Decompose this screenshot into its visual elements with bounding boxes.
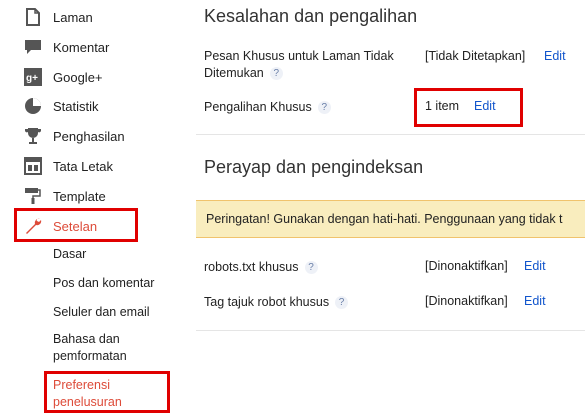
edit-link-custom-redirects[interactable]: Edit bbox=[474, 99, 496, 113]
sidebar-item-label: Laman bbox=[53, 9, 93, 25]
help-icon[interactable]: ? bbox=[304, 261, 318, 275]
section-divider bbox=[196, 134, 585, 135]
stats-icon bbox=[24, 97, 42, 115]
edit-link-custom-robots-txt[interactable]: Edit bbox=[524, 259, 546, 273]
warning-text: Peringatan! Gunakan dengan hati-hati. Pe… bbox=[206, 212, 563, 226]
row-value-custom-redirects: 1 item bbox=[425, 99, 460, 113]
row-label-text: Tag tajuk robot khusus bbox=[204, 295, 330, 309]
sidebar-item-template[interactable]: Template bbox=[0, 181, 178, 211]
main-content: Kesalahan dan pengalihan Pesan Khusus un… bbox=[196, 0, 585, 415]
sidebar-item-setelan[interactable]: Setelan bbox=[0, 211, 178, 241]
sidebar-subitem-bahasa-dan-pemformatan[interactable]: Bahasa dan pemformatan bbox=[53, 331, 163, 365]
layout-icon bbox=[24, 157, 42, 175]
sidebar-item-label: Template bbox=[53, 188, 106, 204]
row-label-text: Pengalihan Khusus bbox=[204, 100, 312, 114]
edit-link-custom-404[interactable]: Edit bbox=[544, 49, 566, 63]
google-plus-icon: g+ bbox=[24, 68, 42, 86]
sidebar-item-komentar[interactable]: Komentar bbox=[0, 32, 178, 62]
row-label-text: Pesan Khusus untuk Laman Tidak Ditemukan bbox=[204, 49, 394, 80]
section-title-crawlers: Perayap dan pengindeksan bbox=[204, 157, 424, 177]
sidebar-item-tata-letak[interactable]: Tata Letak bbox=[0, 151, 178, 181]
trophy-icon bbox=[24, 127, 42, 145]
paint-roller-icon bbox=[24, 187, 42, 205]
section-title-errors: Kesalahan dan pengalihan bbox=[204, 6, 418, 26]
sidebar-item-label: Statistik bbox=[53, 98, 99, 114]
row-value-custom-404: [Tidak Ditetapkan] bbox=[425, 49, 526, 63]
sidebar-item-statistik[interactable]: Statistik bbox=[0, 91, 178, 121]
sidebar: Laman Komentar g+ Google+ Statistik Peng… bbox=[0, 0, 178, 415]
page-icon bbox=[24, 8, 42, 26]
sidebar-subitem-dasar[interactable]: Dasar bbox=[53, 246, 86, 263]
sidebar-subitem-pos-dan-komentar[interactable]: Pos dan komentar bbox=[53, 275, 154, 292]
comment-icon bbox=[24, 38, 42, 56]
sidebar-subitem-seluler-dan-email[interactable]: Seluler dan email bbox=[53, 304, 150, 321]
sidebar-item-label: Penghasilan bbox=[53, 128, 125, 144]
help-icon[interactable]: ? bbox=[269, 67, 283, 81]
help-icon[interactable]: ? bbox=[335, 296, 349, 310]
svg-text:g+: g+ bbox=[26, 73, 38, 84]
row-label-robots-header-tags: Tag tajuk robot khusus? bbox=[204, 294, 349, 311]
row-value-custom-robots-txt: [Dinonaktifkan] bbox=[425, 259, 508, 273]
wrench-icon bbox=[24, 217, 42, 235]
sidebar-item-label: Google+ bbox=[53, 69, 103, 85]
row-label-custom-404: Pesan Khusus untuk Laman Tidak Ditemukan… bbox=[204, 48, 414, 82]
sidebar-item-label: Komentar bbox=[53, 39, 110, 55]
sidebar-subitem-preferensi-penelusuran[interactable]: Preferensi penelusuran bbox=[53, 377, 153, 411]
row-label-text: robots.txt khusus bbox=[204, 260, 299, 274]
row-label-custom-robots-txt: robots.txt khusus? bbox=[204, 259, 318, 276]
sidebar-item-label: Setelan bbox=[53, 218, 98, 234]
help-icon[interactable]: ? bbox=[317, 101, 331, 115]
sidebar-item-penghasilan[interactable]: Penghasilan bbox=[0, 121, 178, 151]
section-divider bbox=[196, 330, 585, 331]
row-label-custom-redirects: Pengalihan Khusus? bbox=[204, 99, 331, 116]
warning-banner: Peringatan! Gunakan dengan hati-hati. Pe… bbox=[196, 200, 585, 238]
row-value-robots-header-tags: [Dinonaktifkan] bbox=[425, 294, 508, 308]
sidebar-item-laman[interactable]: Laman bbox=[0, 2, 178, 32]
sidebar-item-label: Tata Letak bbox=[53, 158, 113, 174]
edit-link-robots-header-tags[interactable]: Edit bbox=[524, 294, 546, 308]
sidebar-item-google-plus[interactable]: g+ Google+ bbox=[0, 62, 178, 92]
